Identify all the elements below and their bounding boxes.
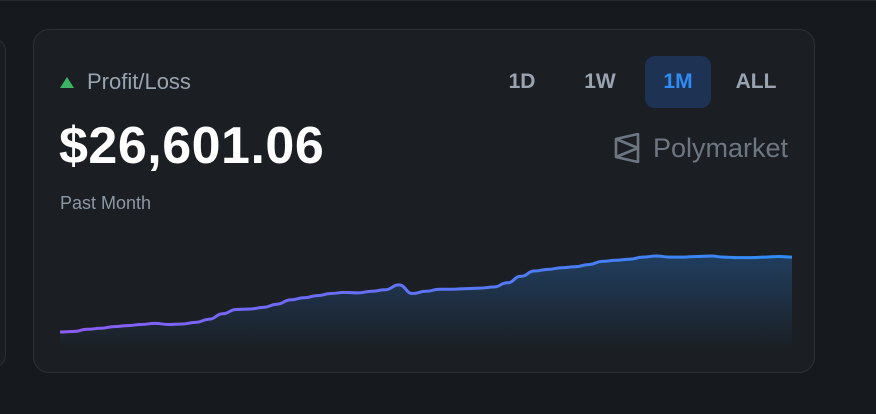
tab-1w[interactable]: 1W bbox=[567, 56, 633, 108]
tab-all[interactable]: ALL bbox=[723, 56, 789, 108]
profit-loss-card: Profit/Loss $26,601.06 Past Month 1D 1W … bbox=[33, 29, 815, 373]
top-divider bbox=[0, 0, 876, 1]
tab-1m[interactable]: 1M bbox=[645, 56, 711, 108]
pnl-amount: $26,601.06 bbox=[59, 117, 325, 175]
brand-name: Polymarket bbox=[652, 133, 788, 163]
tab-1d[interactable]: 1D bbox=[489, 56, 555, 108]
period-label: Past Month bbox=[60, 193, 152, 213]
profit-loss-label: Profit/Loss bbox=[87, 69, 191, 94]
previous-card-edge bbox=[0, 38, 6, 368]
brand: Polymarket bbox=[613, 133, 788, 163]
polymarket-logo-icon bbox=[614, 133, 640, 163]
time-range-tabs: 1D 1W 1M ALL bbox=[489, 56, 789, 108]
chart-area-fill bbox=[60, 256, 792, 348]
pnl-chart bbox=[60, 254, 792, 348]
triangle-up-icon bbox=[60, 76, 74, 88]
profit-loss-header: Profit/Loss bbox=[60, 70, 191, 94]
